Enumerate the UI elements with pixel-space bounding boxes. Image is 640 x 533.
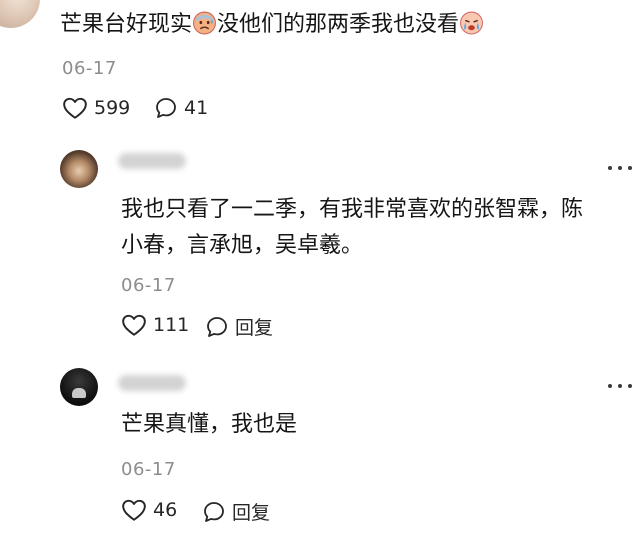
reply2-username-blurred[interactable] <box>118 375 186 391</box>
reply1-reply-button[interactable]: 回复 <box>205 313 273 340</box>
comment-text-part2: 没他们的那两季我也没看 <box>217 12 460 37</box>
reply2-avatar[interactable] <box>60 368 98 406</box>
reply1-text-line2: 小春，言承旭，吴卓羲。 <box>121 233 364 258</box>
speech-bubble-icon <box>156 98 176 118</box>
reply2-reply-button[interactable]: 回复 <box>202 498 270 525</box>
reply1-more-icon[interactable] <box>608 165 632 171</box>
cold-sweat-face-icon <box>193 11 216 35</box>
heart-icon <box>63 97 87 119</box>
reply2-date: 06-17 <box>121 459 176 480</box>
comment-text: 芒果台好现实 没他们的那两季我也没看 <box>60 10 484 40</box>
reply2-reply-label: 回复 <box>232 502 271 524</box>
reply2-text: 芒果真懂，我也是 <box>121 412 298 437</box>
heart-icon <box>122 314 146 336</box>
reply1-like-count: 111 <box>153 314 190 336</box>
like-count: 599 <box>94 97 131 119</box>
crying-face-icon <box>460 11 483 35</box>
reply1-text: 我也只看了一二季，有我非常喜欢的张智霖，陈 小春，言承旭，吴卓羲。 <box>121 192 583 264</box>
reply2-like-button[interactable]: 46 <box>121 498 177 522</box>
comment-text-part1: 芒果台好现实 <box>60 12 193 37</box>
speech-bubble-icon <box>207 316 227 337</box>
commenter-avatar[interactable] <box>0 0 40 28</box>
reply1-date: 06-17 <box>121 275 176 296</box>
heart-icon <box>122 499 146 521</box>
like-button[interactable]: 599 <box>62 96 130 120</box>
reply1-username-blurred[interactable] <box>118 153 186 169</box>
replies-button[interactable]: 41 <box>154 96 208 120</box>
reply1-text-line1: 我也只看了一二季，有我非常喜欢的张智霖，陈 <box>121 197 584 222</box>
reply1-avatar[interactable] <box>60 150 98 188</box>
reply1-reply-label: 回复 <box>235 317 274 339</box>
comment-date: 06-17 <box>62 58 117 79</box>
reply-count: 41 <box>184 97 209 119</box>
reply2-like-count: 46 <box>153 499 178 521</box>
reply2-more-icon[interactable] <box>608 383 632 389</box>
speech-bubble-icon <box>204 501 224 522</box>
reply1-like-button[interactable]: 111 <box>121 313 189 337</box>
